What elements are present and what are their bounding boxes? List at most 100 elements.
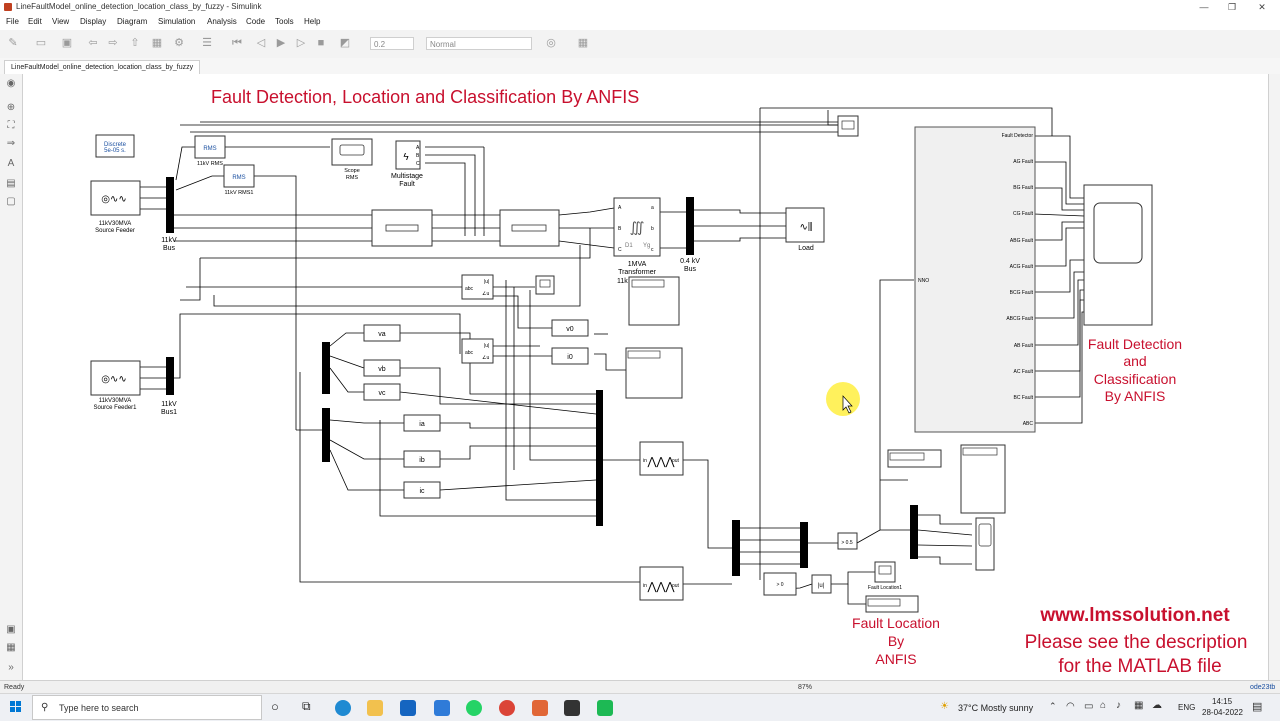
stop-icon[interactable]: ■: [314, 37, 328, 50]
clock-time[interactable]: 14:15: [1212, 697, 1232, 706]
bus1-11kv[interactable]: [166, 357, 174, 395]
menu-diagram[interactable]: Diagram: [117, 17, 147, 26]
simulation-mode-select[interactable]: Normal: [426, 37, 532, 50]
multistage-label2: Fault: [399, 181, 415, 188]
menu-file[interactable]: File: [6, 17, 19, 26]
load-symbol-icon: ∿⫼: [800, 222, 813, 233]
seq-v-abc: abc: [465, 286, 474, 292]
demux-i[interactable]: [322, 408, 330, 462]
bus-04kv[interactable]: [686, 197, 694, 255]
weather-text[interactable]: 37°C Mostly sunny: [958, 703, 1033, 713]
menu-analysis[interactable]: Analysis: [207, 17, 237, 26]
save-icon[interactable]: ▣: [60, 37, 74, 50]
block-diagram[interactable]: Fault Detection, Location and Classifica…: [23, 74, 1268, 680]
table-icon[interactable]: ▦: [5, 642, 17, 654]
recorder-icon[interactable]: [597, 700, 613, 716]
chevron-up-icon[interactable]: ⌃: [1049, 701, 1057, 712]
transformer-label3: 11k: [617, 278, 628, 285]
menu-edit[interactable]: Edit: [28, 17, 42, 26]
detect-label-line1: Fault Detection: [1088, 336, 1182, 352]
goto-v0-label: v0: [566, 326, 574, 333]
model-advisor-icon[interactable]: ◎: [544, 37, 558, 50]
up-icon[interactable]: ⇧: [128, 37, 142, 50]
expand-icon[interactable]: »: [5, 662, 17, 674]
camera-icon[interactable]: ▣: [5, 624, 17, 636]
camera-app-icon[interactable]: [564, 700, 580, 716]
status-solver[interactable]: ode23tb: [1250, 684, 1275, 691]
library-icon[interactable]: ▦: [150, 37, 164, 50]
desc-line2: for the MATLAB file: [1058, 656, 1221, 677]
edge-icon[interactable]: [335, 700, 351, 716]
battery-icon[interactable]: ▭: [1084, 701, 1093, 712]
zoom-icon[interactable]: ⊕: [5, 102, 17, 114]
port-bcg: BCG Fault: [1010, 290, 1034, 296]
network-icon[interactable]: ⌂: [1100, 700, 1106, 711]
open-icon[interactable]: ▭: [34, 37, 48, 50]
display-v-field: [631, 279, 665, 288]
menu-code[interactable]: Code: [246, 17, 265, 26]
close-icon[interactable]: ✕: [1250, 1, 1274, 13]
stop-time-field[interactable]: 0.2: [370, 37, 414, 50]
wifi-icon[interactable]: ◠: [1066, 701, 1075, 712]
grid-icon[interactable]: ▦: [576, 37, 590, 50]
run-icon[interactable]: ▶: [274, 37, 288, 50]
display-i-field: [627, 350, 661, 359]
file-explorer-icon[interactable]: [367, 700, 383, 716]
mux-anfis[interactable]: [800, 522, 808, 568]
demux-v[interactable]: [322, 342, 330, 394]
bus-04kv-label1: 0.4 kV: [680, 258, 700, 265]
step-icon[interactable]: ◁: [254, 37, 268, 50]
data-inspector-icon[interactable]: ◩: [338, 37, 352, 50]
class-scope-main-screen: [1093, 202, 1143, 264]
demux-class[interactable]: [910, 505, 918, 559]
store-icon[interactable]: [400, 700, 416, 716]
tab-model[interactable]: LineFaultModel_online_detection_location…: [4, 60, 201, 75]
step-forward-icon[interactable]: ▷: [294, 37, 308, 50]
detect-label-line2: and: [1123, 353, 1146, 369]
line2-coil-icon: [511, 224, 547, 232]
mux-main[interactable]: [596, 390, 603, 526]
minimize-icon[interactable]: —: [1192, 1, 1216, 13]
bus-11kv[interactable]: [166, 177, 174, 233]
restore-icon[interactable]: ❐: [1220, 1, 1244, 13]
calendar-icon[interactable]: ▦: [1134, 700, 1143, 711]
lang-indicator[interactable]: ENG: [1178, 703, 1195, 712]
image-icon[interactable]: ▤: [5, 178, 17, 190]
location-label: Fault Location By ANFIS: [852, 615, 940, 667]
area-icon[interactable]: ▢: [5, 196, 17, 208]
fit-view-icon[interactable]: ⛶: [5, 120, 17, 132]
model-canvas[interactable]: Fault Detection, Location and Classifica…: [23, 74, 1268, 680]
annotation-icon[interactable]: A: [5, 158, 17, 170]
source-feeder1-label2: Source Feeder1: [93, 405, 137, 411]
new-model-icon[interactable]: ✎: [6, 37, 20, 50]
mail-icon[interactable]: [434, 700, 450, 716]
hide-browser-icon[interactable]: ◉: [5, 78, 17, 90]
whatsapp-icon[interactable]: [466, 700, 482, 716]
port-ab: AB Fault: [1014, 343, 1034, 349]
notifications-icon[interactable]: ▤: [1252, 700, 1262, 713]
fault-detection-subsystem[interactable]: [914, 126, 1036, 433]
matlab-icon[interactable]: [532, 700, 548, 716]
menu-simulation[interactable]: Simulation: [158, 17, 195, 26]
settings-icon[interactable]: ⚙: [172, 37, 186, 50]
menu-tools[interactable]: Tools: [275, 17, 294, 26]
menu-display[interactable]: Display: [80, 17, 106, 26]
windows-start-icon[interactable]: [10, 701, 22, 713]
arrow-icon[interactable]: ⇒: [5, 138, 17, 150]
onedrive-icon[interactable]: ☁: [1152, 700, 1162, 711]
clock-date[interactable]: 28-04-2022: [1202, 708, 1243, 717]
mid-scope-screen-icon: [539, 279, 551, 288]
volume-icon[interactable]: ♪: [1116, 700, 1121, 711]
menu-view[interactable]: View: [52, 17, 69, 26]
step-back-icon[interactable]: ⏮: [230, 37, 244, 50]
menu-help[interactable]: Help: [304, 17, 320, 26]
left-palette: ◉ ⊕ ⛶ ⇒ A ▤ ▢ ▣ ▦ »: [0, 74, 23, 680]
model-config-icon[interactable]: ☰: [200, 37, 214, 50]
cortana-icon[interactable]: ○: [271, 699, 279, 714]
back-icon[interactable]: ⇦: [86, 37, 100, 50]
forward-icon[interactable]: ⇨: [106, 37, 120, 50]
chrome-icon[interactable]: [499, 700, 515, 716]
demux-anfis[interactable]: [732, 520, 740, 576]
taskbar-search[interactable]: ⚲ Type here to search: [32, 695, 262, 720]
task-view-icon[interactable]: ⧉: [302, 699, 311, 714]
